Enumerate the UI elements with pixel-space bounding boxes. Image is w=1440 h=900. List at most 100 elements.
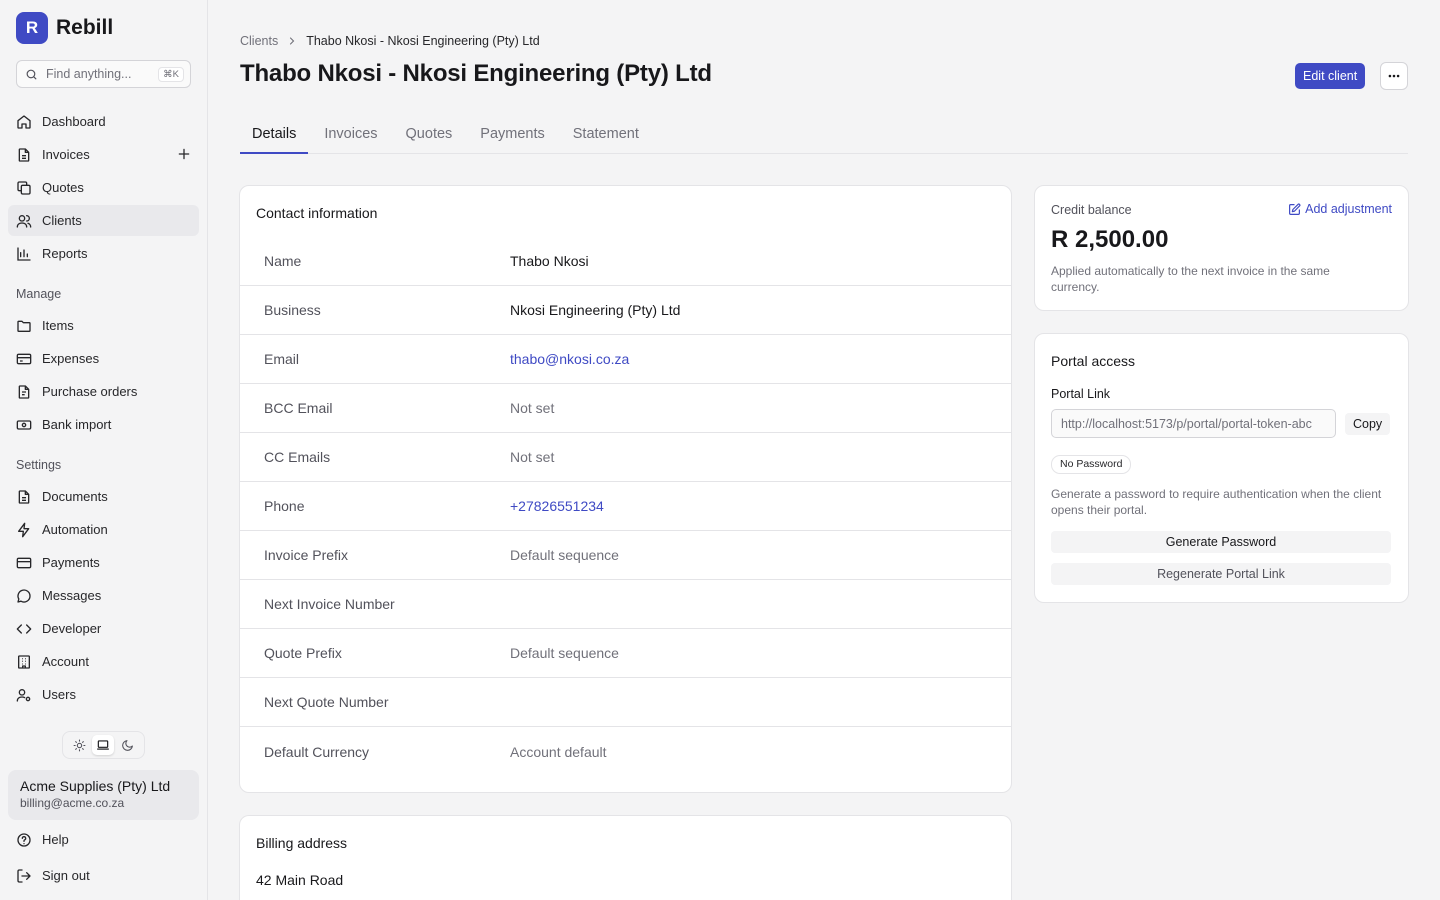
sidebar-item-users[interactable]: Users — [8, 679, 199, 710]
tab-quotes[interactable]: Quotes — [394, 116, 465, 154]
search-shortcut: ⌘K — [158, 66, 184, 82]
info-value: Nkosi Engineering (Pty) Ltd — [510, 302, 681, 318]
search-input[interactable] — [46, 67, 146, 81]
credit-card-icon — [16, 557, 32, 568]
sidebar-item-purchase-orders[interactable]: Purchase orders — [8, 376, 199, 407]
search-box[interactable]: ⌘K — [16, 60, 191, 88]
sidebar-item-label: Purchase orders — [42, 384, 138, 399]
user-cog-icon — [16, 688, 31, 702]
info-row-invoice-prefix: Invoice Prefix Default sequence — [240, 531, 1011, 580]
breadcrumb-current: Thabo Nkosi - Nkosi Engineering (Pty) Lt… — [306, 34, 540, 48]
clipboard-icon — [18, 384, 30, 399]
breadcrumb-clients-link[interactable]: Clients — [240, 34, 278, 48]
building-icon — [18, 654, 30, 669]
sidebar-item-items[interactable]: Items — [8, 310, 199, 341]
card-title: Billing address — [256, 835, 348, 851]
sidebar-item-sign-out[interactable]: Sign out — [8, 860, 199, 891]
email-link[interactable]: thabo@nkosi.co.za — [510, 351, 629, 367]
tab-statement[interactable]: Statement — [561, 116, 651, 154]
edit-client-button[interactable]: Edit client — [1295, 63, 1366, 89]
sidebar-item-label: Payments — [42, 555, 100, 570]
account-switcher[interactable]: Acme Supplies (Pty) Ltd billing@acme.co.… — [8, 770, 199, 820]
tab-invoices[interactable]: Invoices — [312, 116, 389, 154]
sidebar-item-quotes[interactable]: Quotes — [8, 172, 199, 203]
portal-access-card: Portal access Portal Link Copy No Passwo… — [1034, 333, 1409, 603]
info-row-default-currency: Default Currency Account default — [240, 727, 1011, 776]
info-label: Invoice Prefix — [264, 547, 349, 563]
copy-button[interactable]: Copy — [1345, 413, 1391, 435]
tab-details[interactable]: Details — [240, 116, 309, 154]
sidebar-item-developer[interactable]: Developer — [8, 613, 199, 644]
info-value: Not set — [510, 400, 555, 416]
sidebar-item-messages[interactable]: Messages — [8, 580, 199, 611]
add-adjustment-button[interactable]: Add adjustment — [1288, 202, 1392, 216]
document-icon — [18, 489, 30, 504]
copy-icon — [17, 180, 31, 195]
main-content: Clients Thabo Nkosi - Nkosi Engineering … — [208, 0, 1440, 900]
info-label: Business — [264, 302, 321, 318]
theme-system-button[interactable] — [92, 735, 115, 755]
portal-link-input[interactable] — [1051, 409, 1336, 438]
more-horizontal-icon — [1388, 74, 1400, 78]
laptop-icon — [97, 740, 110, 750]
theme-dark-button[interactable] — [117, 735, 139, 755]
contact-information-card: Contact information Name Thabo Nkosi Bus… — [239, 185, 1012, 793]
sidebar-item-payments[interactable]: Payments — [8, 547, 199, 578]
info-value: Default sequence — [510, 547, 619, 563]
folder-icon — [17, 320, 31, 332]
sidebar-item-account[interactable]: Account — [8, 646, 199, 677]
sidebar-item-invoices[interactable]: Invoices — [8, 139, 199, 170]
info-label: Next Quote Number — [264, 694, 389, 710]
sidebar-item-label: Sign out — [42, 868, 90, 883]
theme-toggle — [62, 731, 145, 759]
brand[interactable]: R Rebill — [16, 12, 113, 44]
regenerate-portal-link-button[interactable]: Regenerate Portal Link — [1051, 563, 1391, 585]
sidebar-item-documents[interactable]: Documents — [8, 481, 199, 512]
generate-password-button[interactable]: Generate Password — [1051, 531, 1391, 553]
info-label: Next Invoice Number — [264, 596, 395, 612]
sidebar-item-label: Documents — [42, 489, 108, 504]
moon-icon — [122, 739, 134, 751]
sidebar-item-label: Clients — [42, 213, 82, 228]
sidebar-item-label: Developer — [42, 621, 102, 636]
phone-link[interactable]: +27826551234 — [510, 498, 604, 514]
tab-bar: Details Invoices Quotes Payments Stateme… — [240, 116, 1408, 154]
theme-light-button[interactable] — [68, 735, 90, 755]
section-label-settings: Settings — [16, 458, 62, 472]
message-circle-icon — [17, 588, 31, 603]
zap-icon — [18, 522, 30, 537]
info-label: Email — [264, 351, 300, 367]
info-value: Account default — [510, 743, 607, 760]
credit-balance-note: Applied automatically to the next invoic… — [1051, 264, 1330, 294]
tab-payments[interactable]: Payments — [468, 116, 556, 154]
code-icon — [16, 623, 32, 634]
info-value: Default sequence — [510, 645, 619, 661]
sidebar-item-label: Quotes — [42, 180, 84, 195]
edit-icon — [1289, 202, 1301, 215]
info-row-cc-emails: CC Emails Not set — [240, 433, 1011, 482]
search-icon — [26, 69, 37, 79]
sidebar-item-help[interactable]: Help — [8, 824, 199, 855]
account-email: billing@acme.co.za — [20, 796, 125, 810]
sidebar-item-expenses[interactable]: Expenses — [8, 343, 199, 374]
sidebar-item-automation[interactable]: Automation — [8, 514, 199, 545]
sidebar-item-label: Bank import — [42, 417, 112, 432]
info-value: Not set — [510, 449, 555, 465]
add-adjustment-label: Add adjustment — [1305, 202, 1392, 216]
sidebar-item-clients[interactable]: Clients — [8, 205, 199, 236]
more-actions-button[interactable] — [1380, 62, 1408, 90]
info-row-bcc-email: BCC Email Not set — [240, 384, 1011, 433]
section-label-manage: Manage — [16, 287, 62, 301]
sidebar: R Rebill ⌘K Dashboard Invoices Quotes Cl… — [0, 0, 208, 900]
sidebar-item-dashboard[interactable]: Dashboard — [8, 106, 199, 137]
sidebar-item-label: Items — [42, 318, 74, 333]
brand-name: Rebill — [56, 16, 114, 39]
credit-balance-card: Credit balance Add adjustment R 2,500.00… — [1034, 185, 1409, 311]
plus-icon[interactable] — [177, 147, 191, 161]
info-label: CC Emails — [264, 449, 331, 465]
sidebar-item-reports[interactable]: Reports — [8, 238, 199, 269]
home-icon — [17, 114, 31, 129]
sidebar-item-bank-import[interactable]: Bank import — [8, 409, 199, 440]
brand-logo-icon: R — [16, 12, 48, 44]
info-row-business: Business Nkosi Engineering (Pty) Ltd — [240, 286, 1011, 335]
